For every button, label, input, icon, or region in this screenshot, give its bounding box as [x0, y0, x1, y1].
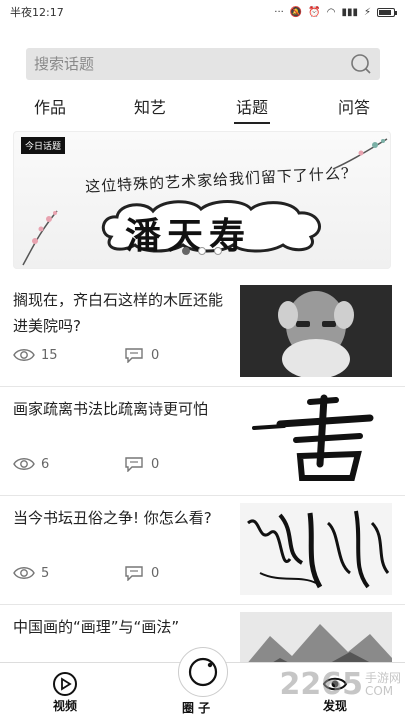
- item-thumbnail-portrait: [240, 285, 392, 377]
- search-bar[interactable]: [26, 48, 380, 80]
- banner-subtitle: 这位特殊的艺术家给我们留下了什么?: [84, 164, 351, 196]
- nav-video[interactable]: 视频: [52, 671, 78, 714]
- category-tabs: 作品 知艺 话题 问答: [0, 88, 405, 124]
- view-count: 6: [41, 456, 50, 472]
- comment-count: 0: [151, 347, 160, 363]
- list-item[interactable]: 当今书坛丑俗之争! 你怎么看? 5 0: [0, 497, 405, 605]
- carousel-dot[interactable]: [214, 247, 222, 255]
- item-meta: 5 0: [13, 565, 233, 581]
- view-count: 5: [41, 565, 50, 581]
- comment-count: 0: [151, 565, 160, 581]
- list-item[interactable]: 搁现在，齐白石这样的木匠还能进美院吗? 15 0: [0, 279, 405, 387]
- nav-video-label: 视频: [52, 699, 77, 713]
- nav-circle-button[interactable]: [178, 647, 228, 697]
- play-icon: [53, 672, 77, 696]
- signal-icon: ▮▮▮: [341, 6, 358, 18]
- comment-icon[interactable]: [123, 347, 145, 363]
- eye-icon: [13, 458, 35, 470]
- search-input[interactable]: [34, 55, 350, 73]
- comment-count: 0: [151, 456, 160, 472]
- item-meta: 15 0: [13, 347, 233, 363]
- item-title: 当今书坛丑俗之争! 你怎么看?: [13, 509, 212, 527]
- battery-icon: [377, 7, 397, 17]
- list-item[interactable]: 画家疏离书法比疏离诗更可怕 6 0: [0, 388, 405, 496]
- search-icon[interactable]: [350, 53, 372, 75]
- blossom-branch-left-icon: [22, 210, 58, 266]
- tab-works[interactable]: 作品: [34, 94, 66, 118]
- status-bar: 半夜12:17 ··· 🔕 ⏰ ◠ ▮▮▮ ⚡: [0, 0, 405, 24]
- item-meta: 6 0: [13, 456, 233, 472]
- comment-icon[interactable]: [123, 565, 145, 581]
- item-title: 画家疏离书法比疏离诗更可怕: [13, 400, 209, 418]
- topic-banner[interactable]: 今日话题 这位特殊的艺术家给我们留下了什么? 潘天寿: [13, 131, 391, 269]
- tab-topics[interactable]: 话题: [233, 94, 271, 124]
- wifi-icon: ◠: [326, 6, 336, 18]
- nav-circle-label[interactable]: 圈 子: [182, 699, 210, 716]
- status-time: 半夜12:17: [10, 6, 64, 19]
- circle-icon: [188, 657, 218, 687]
- more-dots-icon: ···: [274, 6, 284, 18]
- comment-icon[interactable]: [123, 456, 145, 472]
- carousel-indicator: [13, 247, 391, 255]
- status-icons: ··· 🔕 ⏰ ◠ ▮▮▮ ⚡: [274, 6, 397, 18]
- banner-tag: 今日话题: [21, 137, 66, 154]
- watermark-brand: 2265: [279, 667, 363, 702]
- watermark-line1: 手游网: [364, 670, 401, 685]
- mute-icon: 🔕: [289, 6, 303, 18]
- item-thumbnail-calligraphy: [240, 394, 392, 486]
- tab-qa[interactable]: 问答: [338, 94, 370, 118]
- eye-icon: [13, 567, 35, 579]
- alarm-icon: ⏰: [308, 6, 321, 18]
- item-thumbnail-cursive: [240, 503, 392, 595]
- view-count: 15: [41, 347, 58, 363]
- eye-icon: [13, 349, 35, 361]
- item-title: 搁现在，齐白石这样的木匠还能进美院吗?: [13, 291, 224, 335]
- charging-icon: ⚡: [363, 6, 371, 18]
- carousel-dot[interactable]: [198, 247, 206, 255]
- carousel-dot[interactable]: [182, 247, 190, 255]
- watermark-logo: 2265 手游网 COM: [279, 667, 401, 702]
- bottom-navigation: 视频 圈 子 发现 2265 手游网 COM: [0, 647, 405, 720]
- watermark-line2: COM: [364, 683, 394, 698]
- item-title: 中国画的“画理”与“画法”: [13, 618, 180, 636]
- tab-zhiyi[interactable]: 知艺: [134, 94, 166, 118]
